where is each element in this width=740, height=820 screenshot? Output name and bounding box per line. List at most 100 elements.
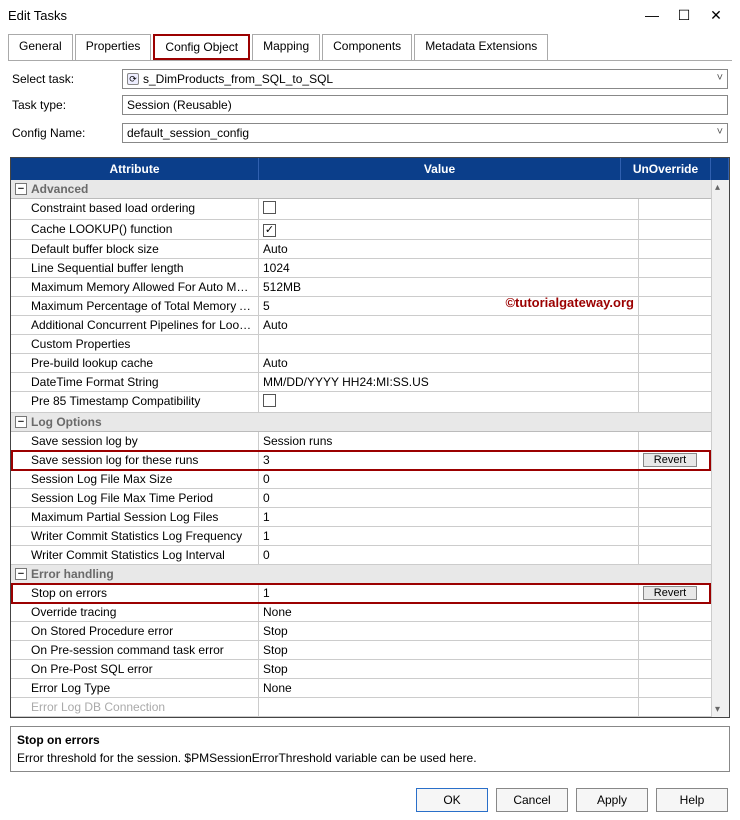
select-task-combo[interactable]: ⟳ s_DimProducts_from_SQL_to_SQL [122, 69, 728, 89]
collapse-icon[interactable]: − [15, 183, 27, 195]
value-cell[interactable] [259, 199, 639, 219]
value-cell[interactable]: None [259, 679, 639, 697]
attr-cell: Maximum Memory Allowed For Auto Memory A… [11, 278, 259, 296]
table-row[interactable]: Session Log File Max Time Period0 [11, 489, 729, 508]
ok-button[interactable]: OK [416, 788, 488, 812]
attr-cell: Session Log File Max Time Period [11, 489, 259, 507]
value-cell[interactable]: 1 [259, 508, 639, 526]
table-row[interactable]: On Pre-session command task errorStop [11, 641, 729, 660]
value-cell[interactable]: 1024 [259, 259, 639, 277]
tab-general[interactable]: General [8, 34, 73, 60]
checkbox-icon[interactable] [263, 201, 276, 214]
select-task-label: Select task: [12, 72, 122, 86]
table-row[interactable]: Stop on errors1 Revert [11, 584, 729, 603]
value-cell[interactable]: Auto [259, 316, 639, 334]
table-row[interactable]: Additional Concurrent Pipelines for Look… [11, 316, 729, 335]
table-row[interactable]: Maximum Memory Allowed For Auto Memory A… [11, 278, 729, 297]
table-row[interactable]: Constraint based load ordering [11, 199, 729, 220]
table-row[interactable]: Custom Properties [11, 335, 729, 354]
table-row[interactable]: Writer Commit Statistics Log Interval0 [11, 546, 729, 565]
table-row[interactable]: Error Log DB Connection [11, 698, 729, 717]
group-header[interactable]: −Log Options [11, 413, 729, 432]
value-cell[interactable]: 0 [259, 489, 639, 507]
maximize-button[interactable]: ☐ [668, 5, 700, 26]
group-header[interactable]: −Advanced [11, 180, 729, 199]
tab-components[interactable]: Components [322, 34, 412, 60]
description-body: Error threshold for the session. $PMSess… [17, 751, 723, 765]
table-row[interactable]: Pre-build lookup cacheAuto [11, 354, 729, 373]
group-header[interactable]: −Error handling [11, 565, 729, 584]
table-row[interactable]: Writer Commit Statistics Log Frequency1 [11, 527, 729, 546]
table-row[interactable]: Cache LOOKUP() function✓ [11, 220, 729, 240]
task-type-label: Task type: [12, 98, 122, 112]
task-type-field: Session (Reusable) [122, 95, 728, 115]
attr-cell: Stop on errors [11, 584, 259, 602]
value-cell[interactable]: 3 [259, 451, 639, 469]
table-row[interactable]: Save session log for these runs3 Revert [11, 451, 729, 470]
tab-strip: General Properties Config Object Mapping… [8, 34, 732, 61]
value-cell[interactable]: None [259, 603, 639, 621]
task-type-value: Session (Reusable) [127, 98, 232, 112]
attr-cell: Default buffer block size [11, 240, 259, 258]
table-row[interactable]: Save session log bySession runs [11, 432, 729, 451]
description-title: Stop on errors [17, 733, 723, 747]
cancel-button[interactable]: Cancel [496, 788, 568, 812]
value-cell[interactable]: Auto [259, 354, 639, 372]
attr-cell: Save session log for these runs [11, 451, 259, 469]
value-cell[interactable]: 5 [259, 297, 639, 315]
attr-cell: Error Log Type [11, 679, 259, 697]
collapse-icon[interactable]: − [15, 416, 27, 428]
table-row[interactable]: Maximum Partial Session Log Files1 [11, 508, 729, 527]
config-name-combo[interactable]: default_session_config [122, 123, 728, 143]
attr-cell: Save session log by [11, 432, 259, 450]
attr-cell: Writer Commit Statistics Log Interval [11, 546, 259, 564]
checkbox-icon[interactable]: ✓ [263, 224, 276, 237]
checkbox-icon[interactable] [263, 394, 276, 407]
value-cell[interactable] [259, 392, 639, 412]
revert-button[interactable]: Revert [643, 586, 697, 600]
tab-metadata-extensions[interactable]: Metadata Extensions [414, 34, 548, 60]
value-cell[interactable] [259, 335, 639, 353]
attr-cell: Pre-build lookup cache [11, 354, 259, 372]
value-cell[interactable]: Stop [259, 641, 639, 659]
table-row[interactable]: Default buffer block sizeAuto [11, 240, 729, 259]
value-cell[interactable]: Session runs [259, 432, 639, 450]
table-row[interactable]: Maximum Percentage of Total Memory Allow… [11, 297, 729, 316]
table-row[interactable]: DateTime Format StringMM/DD/YYYY HH24:MI… [11, 373, 729, 392]
revert-button[interactable]: Revert [643, 453, 697, 467]
value-cell[interactable]: 0 [259, 546, 639, 564]
table-row[interactable]: Pre 85 Timestamp Compatibility [11, 392, 729, 413]
value-cell[interactable]: 512MB [259, 278, 639, 296]
table-row[interactable]: Override tracingNone [11, 603, 729, 622]
vertical-scrollbar[interactable] [711, 180, 729, 717]
select-task-value: s_DimProducts_from_SQL_to_SQL [143, 72, 333, 86]
attr-cell: Custom Properties [11, 335, 259, 353]
table-row[interactable]: On Stored Procedure errorStop [11, 622, 729, 641]
value-cell[interactable]: MM/DD/YYYY HH24:MI:SS.US [259, 373, 639, 391]
value-cell[interactable]: Stop [259, 660, 639, 678]
value-cell[interactable]: 1 [259, 584, 639, 602]
table-row[interactable]: Session Log File Max Size0 [11, 470, 729, 489]
table-row[interactable]: Error Log TypeNone [11, 679, 729, 698]
help-button[interactable]: Help [656, 788, 728, 812]
minimize-button[interactable]: — [636, 5, 668, 25]
table-row[interactable]: Line Sequential buffer length1024 [11, 259, 729, 278]
value-cell[interactable]: Stop [259, 622, 639, 640]
tab-mapping[interactable]: Mapping [252, 34, 320, 60]
value-cell[interactable]: Auto [259, 240, 639, 258]
value-cell[interactable] [259, 698, 639, 716]
collapse-icon[interactable]: − [15, 568, 27, 580]
value-cell[interactable]: 1 [259, 527, 639, 545]
close-button[interactable]: ✕ [700, 5, 732, 26]
table-row[interactable]: On Pre-Post SQL errorStop [11, 660, 729, 679]
tab-config-object[interactable]: Config Object [153, 34, 250, 60]
apply-button[interactable]: Apply [576, 788, 648, 812]
value-cell[interactable]: 0 [259, 470, 639, 488]
table-body: −AdvancedConstraint based load orderingC… [11, 180, 729, 717]
attr-cell: Writer Commit Statistics Log Frequency [11, 527, 259, 545]
th-value: Value [259, 158, 621, 180]
config-name-value: default_session_config [127, 126, 249, 140]
attr-cell: Additional Concurrent Pipelines for Look… [11, 316, 259, 334]
tab-properties[interactable]: Properties [75, 34, 152, 60]
value-cell[interactable]: ✓ [259, 220, 639, 239]
